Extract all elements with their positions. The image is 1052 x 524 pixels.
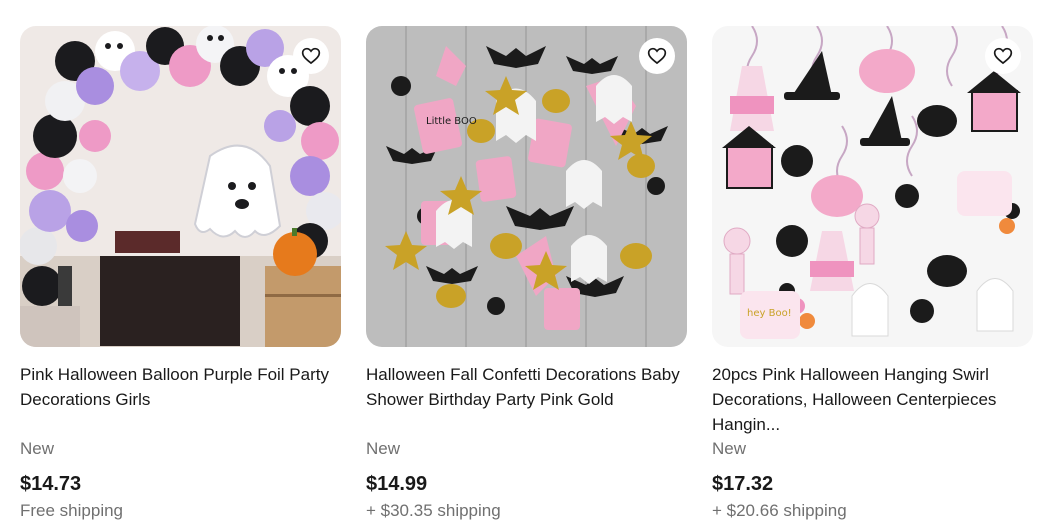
hanging-swirl-photo: hey Boo! [712,26,1033,347]
listing-price: $14.99 [366,473,428,495]
listing-image-confetti[interactable]: Little BOO [366,26,687,347]
listing-title[interactable]: Pink Halloween Balloon Purple Foil Party… [20,362,341,438]
listing-shipping: Free shipping [20,501,124,520]
listing-condition: New [366,439,401,458]
listing-price: $14.73 [20,473,82,495]
listing-price: $17.32 [712,473,774,495]
listing-condition: New [20,439,55,458]
heart-outline-icon [993,47,1013,65]
listing-shipping: + $30.35 shipping [366,501,501,520]
listing-card[interactable]: hey Boo! 20pcs Pink Halloween Hanging Sw… [712,26,1033,522]
listing-title[interactable]: 20pcs Pink Halloween Hanging Swirl Decor… [712,362,1033,438]
listing-condition: New [712,439,747,458]
confetti-photo: Little BOO [366,26,687,347]
heart-outline-icon [647,47,667,65]
swirl-tag-text: hey Boo! [747,308,792,319]
listing-shipping: + $20.66 shipping [712,501,847,520]
watchlist-button[interactable] [985,38,1021,74]
heart-outline-icon [301,47,321,65]
listing-card[interactable]: Little BOO Halloween Fall Confetti Decor… [366,26,687,522]
listing-grid: Pink Halloween Balloon Purple Foil Party… [0,0,1052,524]
balloon-arch-photo [20,26,341,347]
listing-image-balloon-arch[interactable] [20,26,341,347]
listing-card[interactable]: Pink Halloween Balloon Purple Foil Party… [20,26,341,522]
listing-image-hanging-swirl[interactable]: hey Boo! [712,26,1033,347]
watchlist-button[interactable] [639,38,675,74]
listing-title[interactable]: Halloween Fall Confetti Decorations Baby… [366,362,687,438]
confetti-tag-text: Little BOO [426,116,477,127]
watchlist-button[interactable] [293,38,329,74]
